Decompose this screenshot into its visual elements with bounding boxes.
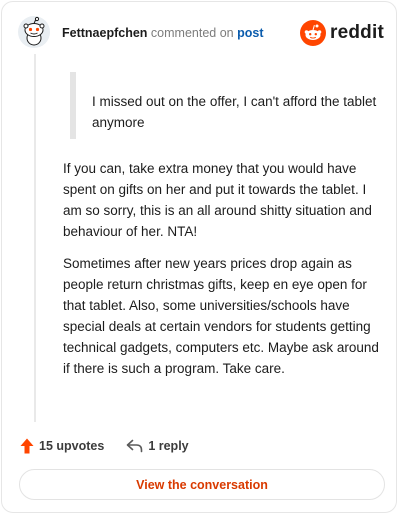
comment-header: Fettnaepfchen commented on post reddit — [18, 16, 384, 52]
action-text: commented on — [150, 26, 234, 40]
post-link[interactable]: post — [237, 26, 263, 40]
reddit-alien-icon — [300, 20, 327, 46]
reply-arrow-icon — [127, 439, 143, 453]
comment-meta: Fettnaepfchen commented on post — [62, 26, 263, 40]
view-conversation-button[interactable]: View the conversation — [19, 469, 385, 500]
upvote-arrow-icon — [20, 438, 34, 454]
reddit-wordmark: reddit — [330, 22, 384, 43]
thread-line — [34, 54, 36, 422]
reply-count: 1 reply — [148, 439, 189, 453]
comment-paragraph: If you can, take extra money that you wo… — [63, 161, 372, 239]
reply-button[interactable]: 1 reply — [126, 439, 189, 453]
comment-card: Fettnaepfchen commented on post reddit I… — [1, 1, 397, 513]
username[interactable]: Fettnaepfchen — [62, 26, 147, 40]
comment-paragraph: Sometimes after new years prices drop ag… — [63, 256, 379, 376]
avatar[interactable] — [18, 16, 50, 48]
upvote-button[interactable]: 15 upvotes — [20, 438, 104, 454]
quote-bar — [70, 72, 76, 139]
snoo-avatar-icon — [18, 16, 50, 48]
reddit-logo[interactable]: reddit — [300, 20, 384, 46]
quoted-text: I missed out on the offer, I can't affor… — [92, 94, 377, 130]
upvote-count: 15 upvotes — [39, 439, 105, 453]
comment-actions: 15 upvotes 1 reply — [20, 436, 189, 456]
